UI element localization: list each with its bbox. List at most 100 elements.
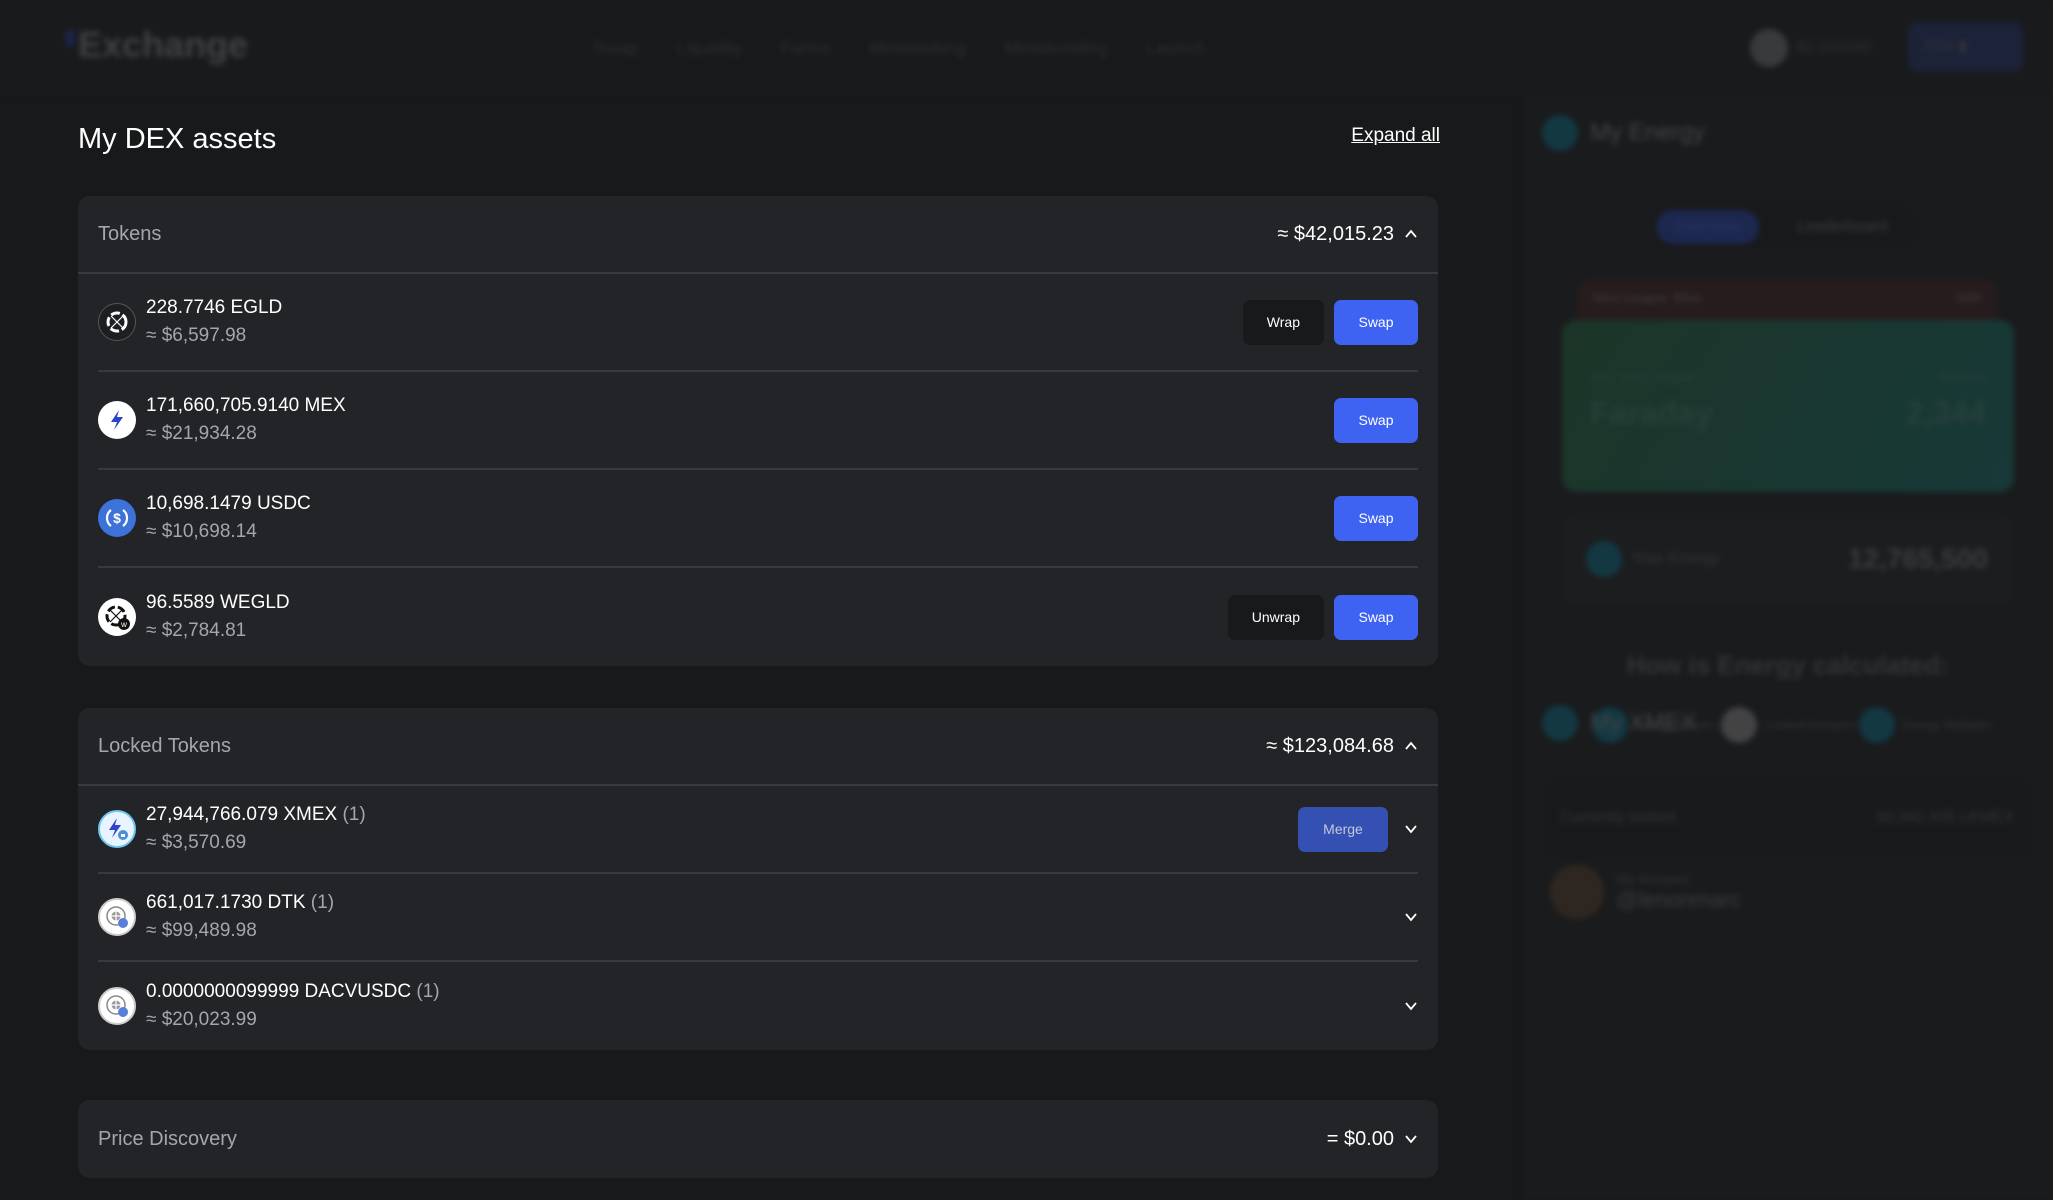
league-label: Your DEX League <box>1590 370 1694 385</box>
token-usd: ≈ $20,023.99 <box>146 1009 257 1030</box>
swap-button[interactable]: Swap <box>1334 299 1418 345</box>
price-discovery-title: Price Discovery <box>98 1127 237 1150</box>
wallet-balance[interactable]: $0.000045 <box>1740 20 1890 75</box>
token-amount: 171,660,705.9140 MEX <box>146 395 346 416</box>
position-label: Position <box>1939 370 1986 385</box>
energy-button[interactable]: 76% ▮ <box>1908 22 2023 72</box>
nav-liquidity[interactable]: Liquidity <box>676 38 742 59</box>
tokens-title: Tokens <box>98 222 162 245</box>
chevron-up-icon[interactable] <box>1404 227 1418 241</box>
token-row: 228.7746 EGLD ≈ $6,597.98 Wrap Swap <box>98 274 1418 372</box>
account-label: My Account <box>1616 871 1689 887</box>
position-value: 2,344 <box>1905 395 1986 431</box>
token-amount: 661,017.1730 DTK <box>146 892 306 913</box>
wrap-button[interactable]: Wrap <box>1242 299 1324 345</box>
next-league-strip: Next League: Bliss 32M <box>1577 280 1997 320</box>
token-count: (1) <box>342 804 366 825</box>
energy-sidebar: My Energy Overview Leaderboard Next Leag… <box>1522 95 2053 1200</box>
swap-button[interactable]: Swap <box>1334 397 1418 443</box>
swap-button[interactable]: Swap <box>1334 594 1418 640</box>
token-amount: 96.5589 WEGLD <box>146 592 290 613</box>
chevron-down-icon[interactable] <box>1404 999 1418 1013</box>
multiplier-icon <box>1858 707 1895 743</box>
dtk-icon <box>98 898 136 936</box>
your-energy-label: Your Energy <box>1632 550 1720 567</box>
tab-overview[interactable]: Overview <box>1656 210 1759 244</box>
token-row: $ 10,698.1479 USDC ≈ $10,698.14 Swap <box>98 470 1418 568</box>
currently-locked-box: Currently locked 30,342,435 LKMEX <box>1542 780 2032 856</box>
formula-equals: = <box>1712 718 1720 732</box>
token-usd: ≈ $2,784.81 <box>146 620 247 641</box>
usdc-icon: $ <box>98 499 136 537</box>
avatar <box>1550 865 1604 919</box>
nav-swap[interactable]: Swap <box>593 38 638 59</box>
next-league-req: 32M <box>1955 290 1981 305</box>
token-amount: 0.0000000099999 DACVUSDC <box>146 981 412 1002</box>
account-handle: @lenonmarc <box>1616 887 1742 912</box>
svg-text:$: $ <box>113 510 121 526</box>
my-energy-title: My Energy <box>1590 119 1705 146</box>
locked-tokens-total: ≈ $123,084.68 <box>1266 734 1394 757</box>
tokens-header[interactable]: Tokens ≈ $42,015.23 <box>78 196 1438 274</box>
dacvusdc-icon <box>98 987 136 1025</box>
token-row: 171,660,705.9140 MEX ≈ $21,934.28 Swap <box>98 372 1418 470</box>
your-energy-box: Your Energy 12,765,500 <box>1562 513 2012 605</box>
price-discovery-card: Price Discovery = $0.00 <box>78 1100 1438 1178</box>
egld-coin-icon <box>1750 28 1788 67</box>
logo[interactable]: Exchange <box>66 24 248 66</box>
token-usd: ≈ $6,597.98 <box>146 325 247 346</box>
tokens-total: ≈ $42,015.23 <box>1277 222 1394 245</box>
league-name: Faraday <box>1590 395 1713 431</box>
page-title: My DEX assets <box>78 123 277 155</box>
my-xmex-title: My XMEX <box>1590 709 1697 736</box>
xmex-icon <box>98 810 136 848</box>
next-league: Next League: Bliss <box>1593 290 1702 305</box>
league-card: Your DEX League Position Faraday 2,344 <box>1562 320 2014 492</box>
energy-how-title: How is Energy calculated: <box>1626 650 1949 680</box>
your-energy-value: 12,765,500 <box>1847 543 1988 574</box>
account-section[interactable]: My Account @lenonmarc <box>1550 865 1741 919</box>
locked-token-row: 0.0000000099999 DACVUSDC (1) ≈ $20,023.99 <box>98 962 1418 1050</box>
my-xmex-header[interactable]: My XMEX <box>1542 705 1697 741</box>
mex-icon <box>98 401 136 439</box>
formula-multiplier: Energy Multiplier <box>1902 718 1992 732</box>
nav-farms[interactable]: Farms <box>780 38 831 59</box>
energy-percent: 76% <box>1922 38 1955 55</box>
token-amount: 27,944,766.079 XMEX <box>146 804 338 825</box>
logo-mark-icon <box>66 30 74 46</box>
token-usd: ≈ $99,489.98 <box>146 920 257 941</box>
token-usd: ≈ $10,698.14 <box>146 521 257 542</box>
chevron-up-icon[interactable] <box>1404 739 1418 753</box>
token-amount: 228.7746 EGLD <box>146 297 283 318</box>
my-energy-header[interactable]: My Energy <box>1542 115 1705 151</box>
chevron-down-icon[interactable] <box>1404 822 1418 836</box>
nav-metabonding[interactable]: Metabonding <box>1004 38 1108 59</box>
main-nav: Swap Liquidity Farms Metastaking Metabon… <box>575 25 1320 71</box>
logo-text: Exchange <box>78 24 249 65</box>
nav-more[interactable]: ... <box>1243 38 1258 59</box>
nav-launch[interactable]: Launch <box>1146 38 1205 59</box>
formula-times: × <box>1849 718 1857 732</box>
chevron-down-icon[interactable] <box>1404 1132 1418 1146</box>
tab-leaderboard[interactable]: Leaderboard <box>1779 210 1906 244</box>
token-amount: 10,698.1479 USDC <box>146 493 311 514</box>
battery-icon: ▮ <box>1958 38 1968 55</box>
expand-all-link[interactable]: Expand all <box>1351 125 1440 147</box>
unwrap-button[interactable]: Unwrap <box>1227 594 1324 640</box>
egld-icon <box>98 303 136 341</box>
wallet-balance-value: $0.000045 <box>1796 38 1872 56</box>
wegld-icon: w <box>98 598 136 636</box>
energy-icon <box>1542 115 1578 151</box>
locked-token-row: 27,944,766.079 XMEX (1) ≈ $3,570.69 Merge <box>98 786 1418 874</box>
locked-tokens-header[interactable]: Locked Tokens ≈ $123,084.68 <box>78 708 1438 786</box>
top-bar: Exchange Swap Liquidity Farms Metastakin… <box>0 0 2053 95</box>
nav-metastaking[interactable]: Metastaking <box>869 38 966 59</box>
locked-tokens-card: Locked Tokens ≈ $123,084.68 27,944,766.0… <box>78 708 1438 1050</box>
price-discovery-header[interactable]: Price Discovery = $0.00 <box>78 1100 1438 1178</box>
tokens-card: Tokens ≈ $42,015.23 228.7746 EGLD ≈ $6,59… <box>78 196 1438 666</box>
formula-locked-amount: Locked Amount <box>1765 718 1849 732</box>
swap-button[interactable]: Swap <box>1334 495 1418 541</box>
locked-tokens-title: Locked Tokens <box>98 734 232 757</box>
merge-button[interactable]: Merge <box>1298 806 1388 852</box>
chevron-down-icon[interactable] <box>1404 910 1418 924</box>
